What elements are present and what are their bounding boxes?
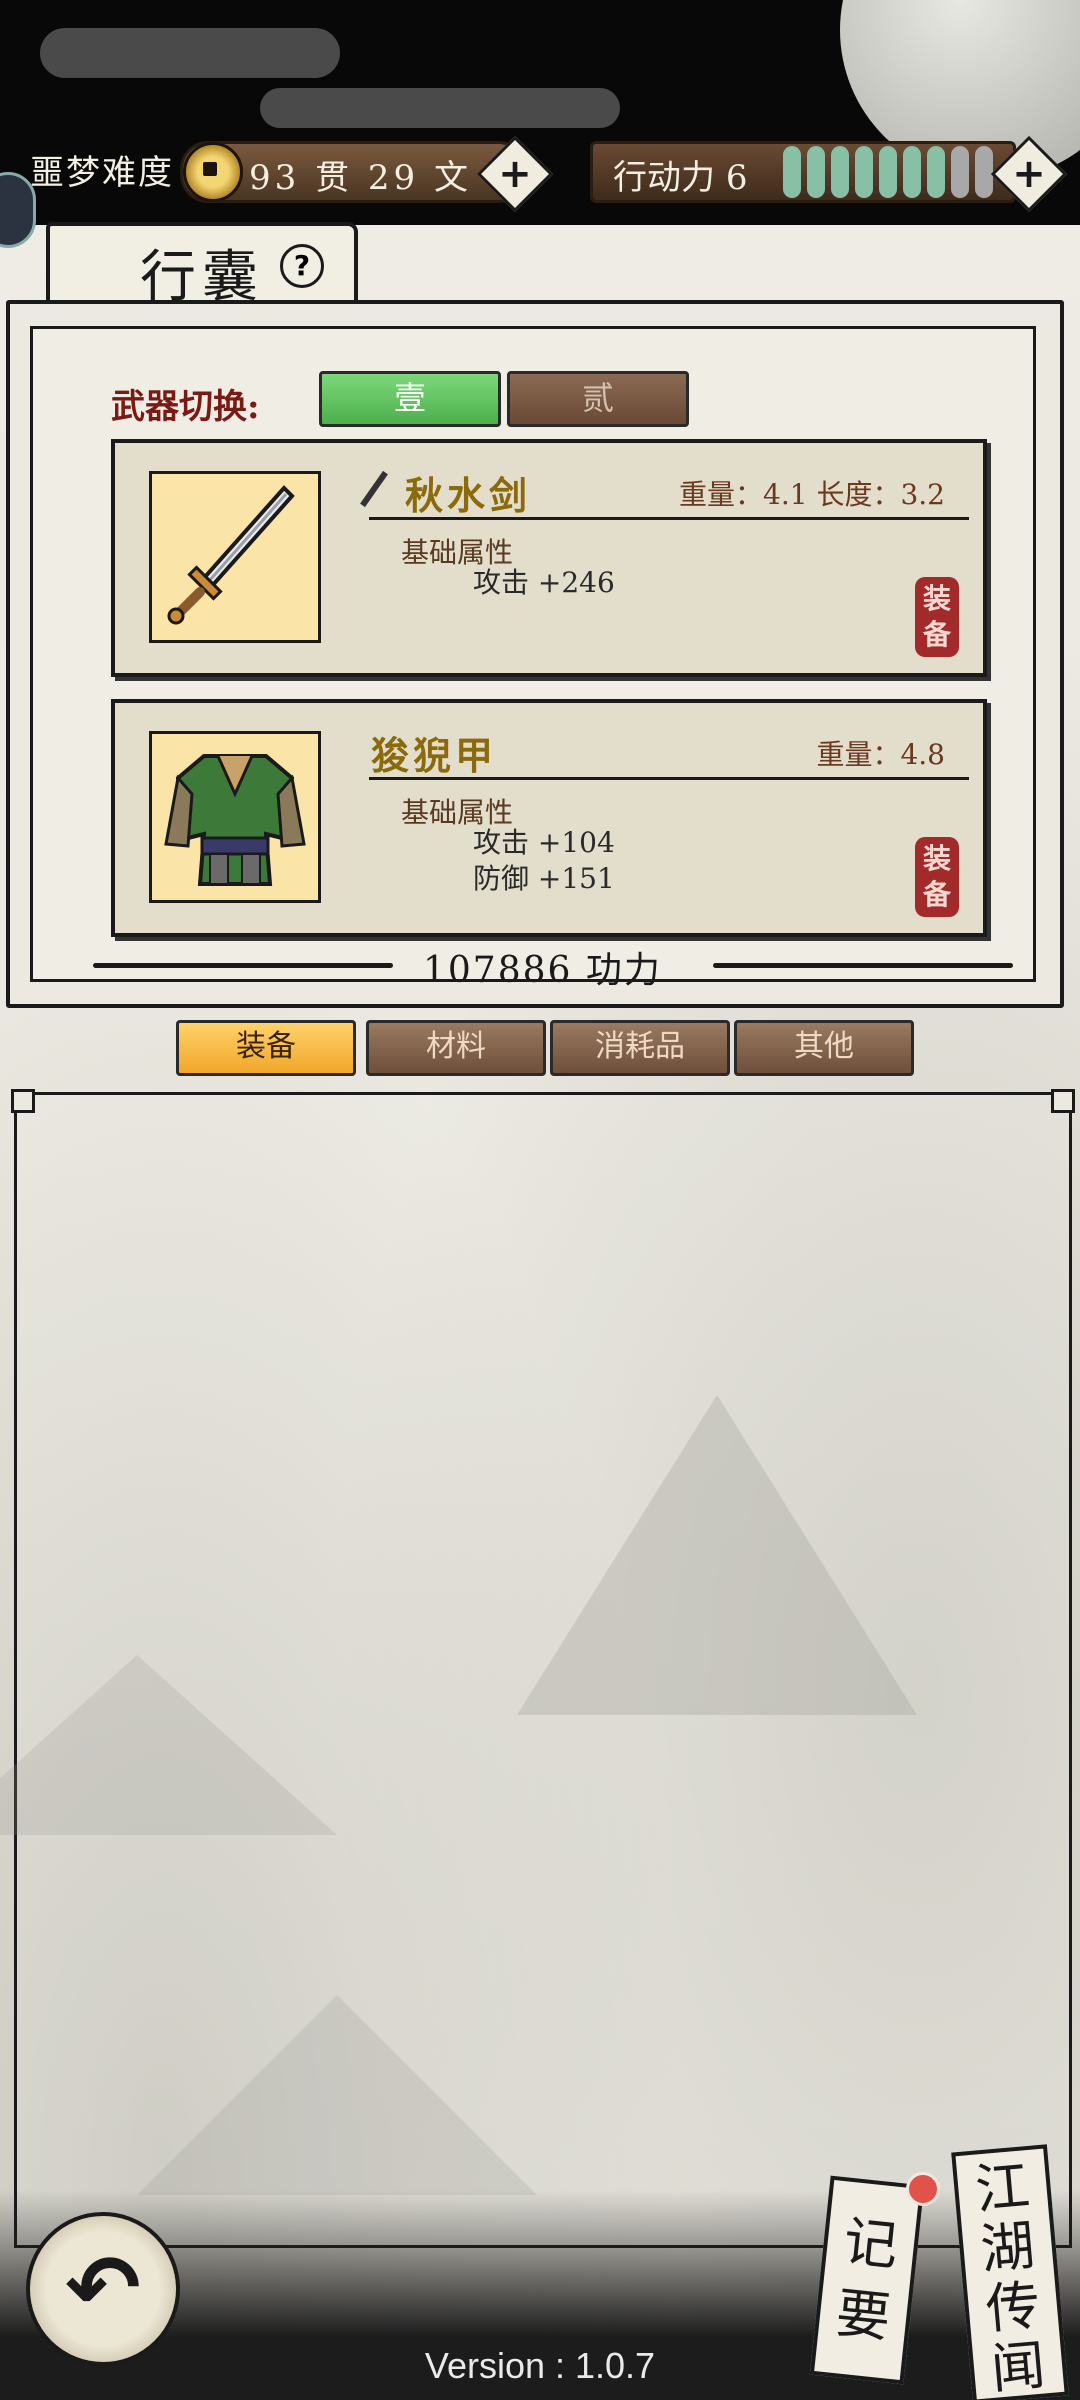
panel-title-tab: 行囊 ? xyxy=(46,222,358,310)
tab-other[interactable]: 其他 xyxy=(734,1020,914,1076)
power-row: 107886 功力 xyxy=(93,941,1013,991)
equipped-seal: 装 备 xyxy=(915,837,959,917)
mountain-decoration xyxy=(517,1395,917,1715)
item-attribute: 攻击 +104 xyxy=(473,826,615,859)
equipped-item-armor[interactable]: 狻猊甲 重量：4.8 基础属性 攻击 +104 防御 +151 装 备 xyxy=(111,699,987,937)
inventory-screen: 噩梦难度 93 贯 29 文 + 行动力 6 + 行囊 ? 武器切换: 壹 贰 … xyxy=(0,0,1080,2400)
action-points-bars xyxy=(783,146,993,198)
item-name: 狻猊甲 xyxy=(371,733,498,778)
mountain-decoration xyxy=(0,1655,337,1835)
weapon-set-2-button[interactable]: 贰 xyxy=(507,371,689,427)
action-point-bar xyxy=(975,146,993,198)
mountain-decoration xyxy=(137,1995,537,2195)
action-point-bar xyxy=(831,146,849,198)
tab-equipment[interactable]: 装备 xyxy=(176,1020,356,1076)
equipment-panel: 武器切换: 壹 贰 秋水剑 重量：4.1 长度：3.2 基础属性 攻击 +246… xyxy=(6,300,1064,1008)
plus-icon: + xyxy=(1012,151,1046,197)
action-point-bar xyxy=(783,146,801,198)
item-attribute: 攻击 +246 xyxy=(473,566,615,599)
weapon-set-1-button[interactable]: 壹 xyxy=(319,371,501,427)
news-char: 湖 xyxy=(978,2213,1038,2282)
money-wen: 29 xyxy=(367,158,420,198)
item-attribute: 防御 +151 xyxy=(473,862,615,895)
seal-char: 装 xyxy=(922,582,951,615)
power-value: 107886 功力 xyxy=(423,950,662,991)
action-points-label: 行动力 6 xyxy=(613,150,747,199)
action-point-bar xyxy=(855,146,873,198)
equipped-seal: 装 备 xyxy=(915,577,959,657)
notification-dot xyxy=(906,2172,940,2206)
divider xyxy=(93,963,393,968)
plus-icon: + xyxy=(498,151,532,197)
action-points-display: 行动力 6 xyxy=(590,141,1016,203)
pen-icon xyxy=(360,470,388,508)
action-point-bar xyxy=(951,146,969,198)
divider xyxy=(369,517,969,520)
item-stats: 重量：4.1 长度：3.2 xyxy=(679,478,945,511)
news-char: 江 xyxy=(972,2154,1033,2222)
tab-consumables[interactable]: 消耗品 xyxy=(550,1020,730,1076)
corner-ornament xyxy=(1051,1089,1075,1113)
money-text: 93 贯 29 文 xyxy=(249,150,472,199)
version-label: Version : 1.0.7 xyxy=(424,2345,656,2386)
help-icon[interactable]: ? xyxy=(280,244,324,288)
item-name: 秋水剑 xyxy=(405,473,532,518)
money-wen-unit: 文 xyxy=(433,158,472,198)
item-stats: 重量：4.8 xyxy=(816,738,945,771)
divider xyxy=(713,963,1013,968)
seal-char: 装 xyxy=(922,842,951,875)
action-point-bar xyxy=(903,146,921,198)
action-point-bar xyxy=(927,146,945,198)
difficulty-label: 噩梦难度 xyxy=(30,153,174,193)
tab-materials[interactable]: 材料 xyxy=(366,1020,546,1076)
coin-icon xyxy=(183,142,243,202)
divider xyxy=(369,777,969,780)
weapon-switch-label: 武器切换: xyxy=(111,387,260,427)
notes-char: 记 xyxy=(840,2209,901,2278)
money-display: 93 贯 29 文 xyxy=(180,141,526,203)
seal-char: 备 xyxy=(922,878,951,911)
equipment-panel-inner: 武器切换: 壹 贰 秋水剑 重量：4.1 长度：3.2 基础属性 攻击 +246… xyxy=(30,326,1036,991)
action-point-bar xyxy=(807,146,825,198)
action-value: 6 xyxy=(725,158,748,198)
armor-icon xyxy=(149,731,321,903)
equipped-item-weapon[interactable]: 秋水剑 重量：4.1 长度：3.2 基础属性 攻击 +246 装 备 xyxy=(111,439,987,677)
sword-icon xyxy=(149,471,321,643)
cloud-decoration xyxy=(40,28,340,78)
news-char: 传 xyxy=(983,2273,1043,2342)
back-button[interactable]: ↶ xyxy=(26,2212,180,2366)
notes-char: 要 xyxy=(833,2281,894,2350)
action-point-bar xyxy=(879,146,897,198)
cloud-decoration xyxy=(260,88,620,128)
side-menu-tab[interactable] xyxy=(0,172,36,248)
corner-ornament xyxy=(11,1089,35,1113)
money-guan-unit: 贯 xyxy=(315,158,354,198)
status-bar: 噩梦难度 93 贯 29 文 + 行动力 6 + xyxy=(0,135,1080,213)
inventory-grid xyxy=(0,1089,1075,2248)
back-arrow-icon: ↶ xyxy=(65,2236,141,2341)
seal-char: 备 xyxy=(922,618,951,651)
money-guan: 93 xyxy=(249,158,301,198)
action-label: 行动力 xyxy=(613,158,715,198)
